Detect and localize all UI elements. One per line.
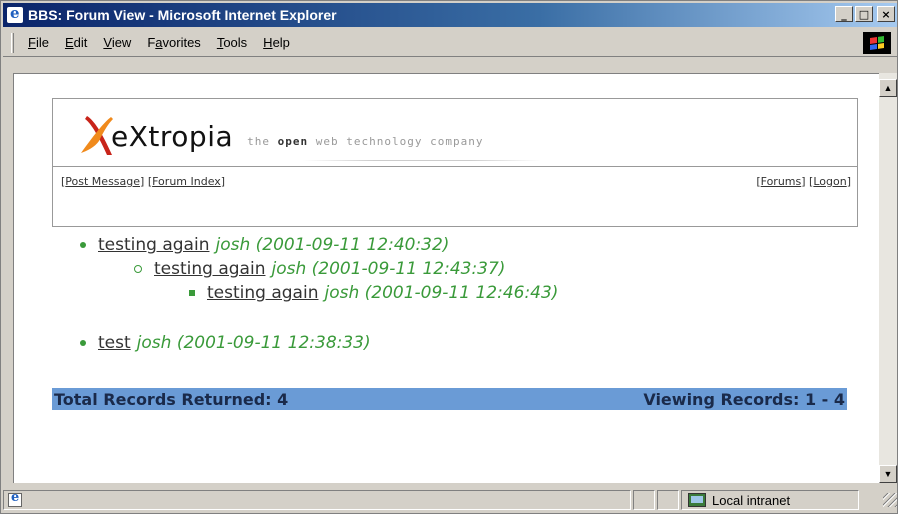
menu-view-accel: V [103,35,112,50]
nav-left: [Post Message] [Forum Index] [61,175,226,188]
window-title: BBS: Forum View - Microsoft Internet Exp… [28,7,337,23]
status-bar: Local intranet [3,487,897,513]
menu-tools[interactable]: Tools [209,33,255,52]
menu-view-label-post: iew [111,35,132,50]
security-zone-pane[interactable]: Local intranet [681,490,859,510]
page-done-icon [8,490,22,507]
menu-favorites[interactable]: Favorites [139,33,208,52]
menu-help-accel: H [263,35,273,50]
post-meta: josh (2001-09-11 12:40:32) [215,235,450,255]
post-subject-link[interactable]: testing again [207,283,318,303]
menu-help[interactable]: Help [255,33,298,52]
records-summary-bar: Total Records Returned: 4 Viewing Record… [52,388,847,410]
menu-tools-label-post: ools [223,35,248,50]
logo-underline-rule [303,160,541,161]
bullet-square-icon [189,290,195,296]
local-intranet-icon [688,493,706,507]
tagline-bold: open [277,135,309,148]
menu-view[interactable]: View [95,33,139,52]
forum-index-link[interactable]: Forum Index [152,175,221,188]
caption-buttons: _ □ × [835,6,895,22]
header-divider [53,166,857,167]
logon-link[interactable]: Logon [813,175,846,188]
menu-file-accel: F [28,35,36,50]
post-meta: josh (2001-09-11 12:46:43) [324,283,559,303]
tagline-post: web technology company [308,135,484,148]
status-pane-empty-1 [633,490,655,510]
status-pane-empty-2 [657,490,679,510]
menu-favorites-label-post: vorites [162,35,201,50]
bullet-disc-icon [80,242,86,248]
post-meta: josh (2001-09-11 12:38:33) [136,333,371,353]
menu-favorites-accel: a [155,35,163,50]
toolbar-grip[interactable] [11,32,14,53]
bullet-circle-icon [134,265,142,273]
list-item: testing again josh (2001-09-11 12:46:43) [189,283,558,303]
internet-explorer-icon[interactable] [7,4,23,23]
total-records: Total Records Returned: 4 [54,389,289,409]
list-item: test josh (2001-09-11 12:38:33) [80,333,371,353]
logo-tagline: the open web technology company [247,135,483,148]
viewing-records: Viewing Records: 1 - 4 [643,389,845,409]
scroll-up-arrow-icon[interactable]: ▲ [879,79,897,97]
windows-logo-throbber [863,32,891,54]
post-message-link[interactable]: Post Message [65,175,140,188]
browser-window: BBS: Forum View - Microsoft Internet Exp… [0,0,898,514]
post-subject-link[interactable]: test [98,333,131,353]
menu-file[interactable]: File [20,33,57,52]
menu-file-label-post: ile [35,35,49,50]
resize-grip-icon[interactable] [883,493,897,507]
page-viewport[interactable]: eXtropia the open web technology company… [13,73,879,483]
menu-edit-label-post: dit [73,35,88,50]
menu-bar: File Edit View Favorites Tools Help [3,29,897,57]
list-item: testing again josh (2001-09-11 12:43:37) [134,259,505,279]
post-meta: josh (2001-09-11 12:43:37) [271,259,506,279]
forums-link[interactable]: Forums [761,175,802,188]
status-main-pane [3,490,631,510]
title-bar[interactable]: BBS: Forum View - Microsoft Internet Exp… [3,3,897,27]
list-item: testing again josh (2001-09-11 12:40:32) [80,235,449,255]
minimize-button[interactable]: _ [835,6,853,22]
maximize-button[interactable]: □ [855,6,873,22]
close-button[interactable]: × [877,6,895,22]
logo-wordmark: eXtropia [111,120,234,153]
site-header: eXtropia the open web technology company… [52,98,858,227]
menu-edit-accel: E [64,35,74,50]
post-subject-link[interactable]: testing again [98,235,209,255]
menu-help-label-post: elp [272,35,290,50]
nav-right: [Forums] [Logon] [756,175,851,188]
windows-flag-icon [870,36,884,50]
zone-label: Local intranet [712,492,791,508]
menu-edit[interactable]: Edit [57,33,95,52]
scroll-down-arrow-icon[interactable]: ▼ [879,465,897,483]
vertical-scrollbar[interactable]: ▲ ▼ [879,73,897,483]
extropia-logo[interactable]: eXtropia the open web technology company [77,113,483,159]
post-subject-link[interactable]: testing again [154,259,265,279]
forum-page: eXtropia the open web technology company… [52,98,858,410]
bullet-disc-icon [80,340,86,346]
tagline-pre: the [247,135,278,148]
